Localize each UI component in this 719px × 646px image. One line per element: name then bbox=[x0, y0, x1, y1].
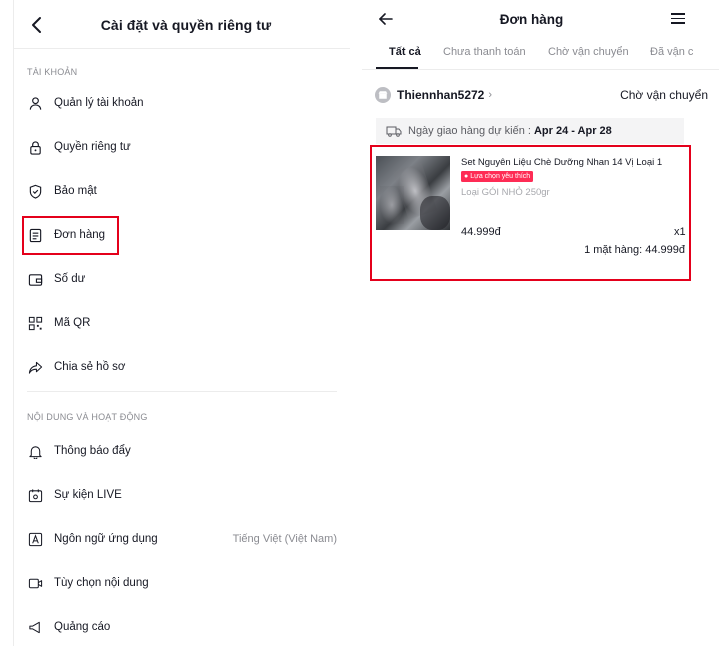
menu-item-security[interactable]: Bảo mật bbox=[27, 177, 347, 205]
menu-label: Bảo mật bbox=[54, 185, 97, 197]
qr-icon bbox=[27, 315, 43, 331]
menu-label: Ngôn ngữ ứng dụng bbox=[54, 533, 158, 545]
tab-awaiting-shipment[interactable]: Chờ vận chuyển bbox=[548, 46, 629, 58]
orders-panel: Đơn hàng Tất cả Chưa thanh toán Chờ vận … bbox=[362, 0, 719, 646]
lock-icon bbox=[27, 139, 43, 155]
order-card-highlight-box bbox=[370, 145, 691, 281]
delivery-label: Ngày giao hàng dự kiến : bbox=[408, 125, 531, 137]
section-label-account: TÀI KHOẢN bbox=[27, 67, 78, 77]
delivery-range: Apr 24 - Apr 28 bbox=[533, 125, 612, 137]
menu-label: Số dư bbox=[54, 273, 86, 285]
settings-panel: Cài đặt và quyền riêng tư TÀI KHOẢN Quản… bbox=[0, 0, 352, 646]
menu-item-qr[interactable]: Mã QR bbox=[27, 309, 347, 337]
menu-item-ads[interactable]: Quảng cáo bbox=[27, 613, 347, 641]
menu-item-content-preferences[interactable]: Tùy chọn nội dung bbox=[27, 569, 347, 597]
menu-label: Quảng cáo bbox=[54, 621, 111, 633]
tab-unpaid[interactable]: Chưa thanh toán bbox=[443, 46, 526, 58]
shop-icon bbox=[375, 87, 391, 103]
menu-item-balance[interactable]: Số dư bbox=[27, 265, 347, 293]
language-value: Tiếng Việt (Việt Nam) bbox=[232, 533, 337, 545]
tab-all[interactable]: Tất cả bbox=[389, 46, 421, 58]
header-divider bbox=[14, 48, 350, 49]
menu-label: Mã QR bbox=[54, 317, 91, 329]
shop-row[interactable]: Thiennhan5272 › Chờ vận chuyển bbox=[375, 85, 708, 105]
menu-label: Quản lý tài khoản bbox=[54, 97, 144, 109]
person-icon bbox=[27, 95, 43, 111]
menu-label: Quyền riêng tư bbox=[54, 141, 131, 153]
section-label-content: NỘI DUNG VÀ HOẠT ĐỘNG bbox=[27, 412, 148, 422]
orders-title: Đơn hàng bbox=[499, 12, 564, 27]
section-divider bbox=[27, 391, 337, 392]
menu-label: Chia sẻ hồ sơ bbox=[54, 361, 126, 373]
calendar-icon bbox=[27, 487, 43, 503]
menu-item-privacy[interactable]: Quyền riêng tư bbox=[27, 133, 347, 161]
tabs-divider bbox=[362, 69, 719, 70]
truck-icon bbox=[386, 126, 402, 137]
menu-item-app-language[interactable]: Ngôn ngữ ứng dụng Tiếng Việt (Việt Nam) bbox=[27, 525, 347, 553]
menu-item-push-notifications[interactable]: Thông báo đẩy bbox=[27, 437, 347, 465]
orders-highlight-box bbox=[22, 216, 119, 255]
delivery-estimate: Ngày giao hàng dự kiến : Apr 24 - Apr 28 bbox=[376, 118, 684, 144]
menu-label: Tùy chọn nội dung bbox=[54, 577, 149, 589]
menu-label: Sự kiện LIVE bbox=[54, 489, 122, 501]
video-icon bbox=[27, 575, 43, 591]
shield-icon bbox=[27, 183, 43, 199]
language-icon bbox=[27, 531, 43, 547]
bell-icon bbox=[27, 443, 43, 459]
settings-title: Cài đặt và quyền riêng tư bbox=[100, 17, 272, 33]
menu-item-live-events[interactable]: Sự kiện LIVE bbox=[27, 481, 347, 509]
menu-item-share-profile[interactable]: Chia sẻ hồ sơ bbox=[27, 353, 347, 381]
megaphone-icon bbox=[27, 619, 43, 635]
order-status: Chờ vận chuyển bbox=[620, 88, 708, 102]
wallet-icon bbox=[27, 271, 43, 287]
order-tabs: Tất cả Chưa thanh toán Chờ vận chuyển Đã… bbox=[362, 42, 719, 70]
tab-shipped[interactable]: Đã vận c bbox=[650, 46, 693, 58]
chevron-right-icon: › bbox=[488, 89, 493, 101]
share-icon bbox=[27, 359, 43, 375]
shop-name[interactable]: Thiennhan5272 bbox=[397, 88, 484, 102]
panel-edge bbox=[13, 0, 14, 646]
menu-icon[interactable] bbox=[671, 13, 685, 25]
menu-label: Thông báo đẩy bbox=[54, 445, 131, 457]
menu-item-manage-account[interactable]: Quản lý tài khoản bbox=[27, 89, 347, 117]
settings-header: Cài đặt và quyền riêng tư bbox=[0, 0, 352, 50]
